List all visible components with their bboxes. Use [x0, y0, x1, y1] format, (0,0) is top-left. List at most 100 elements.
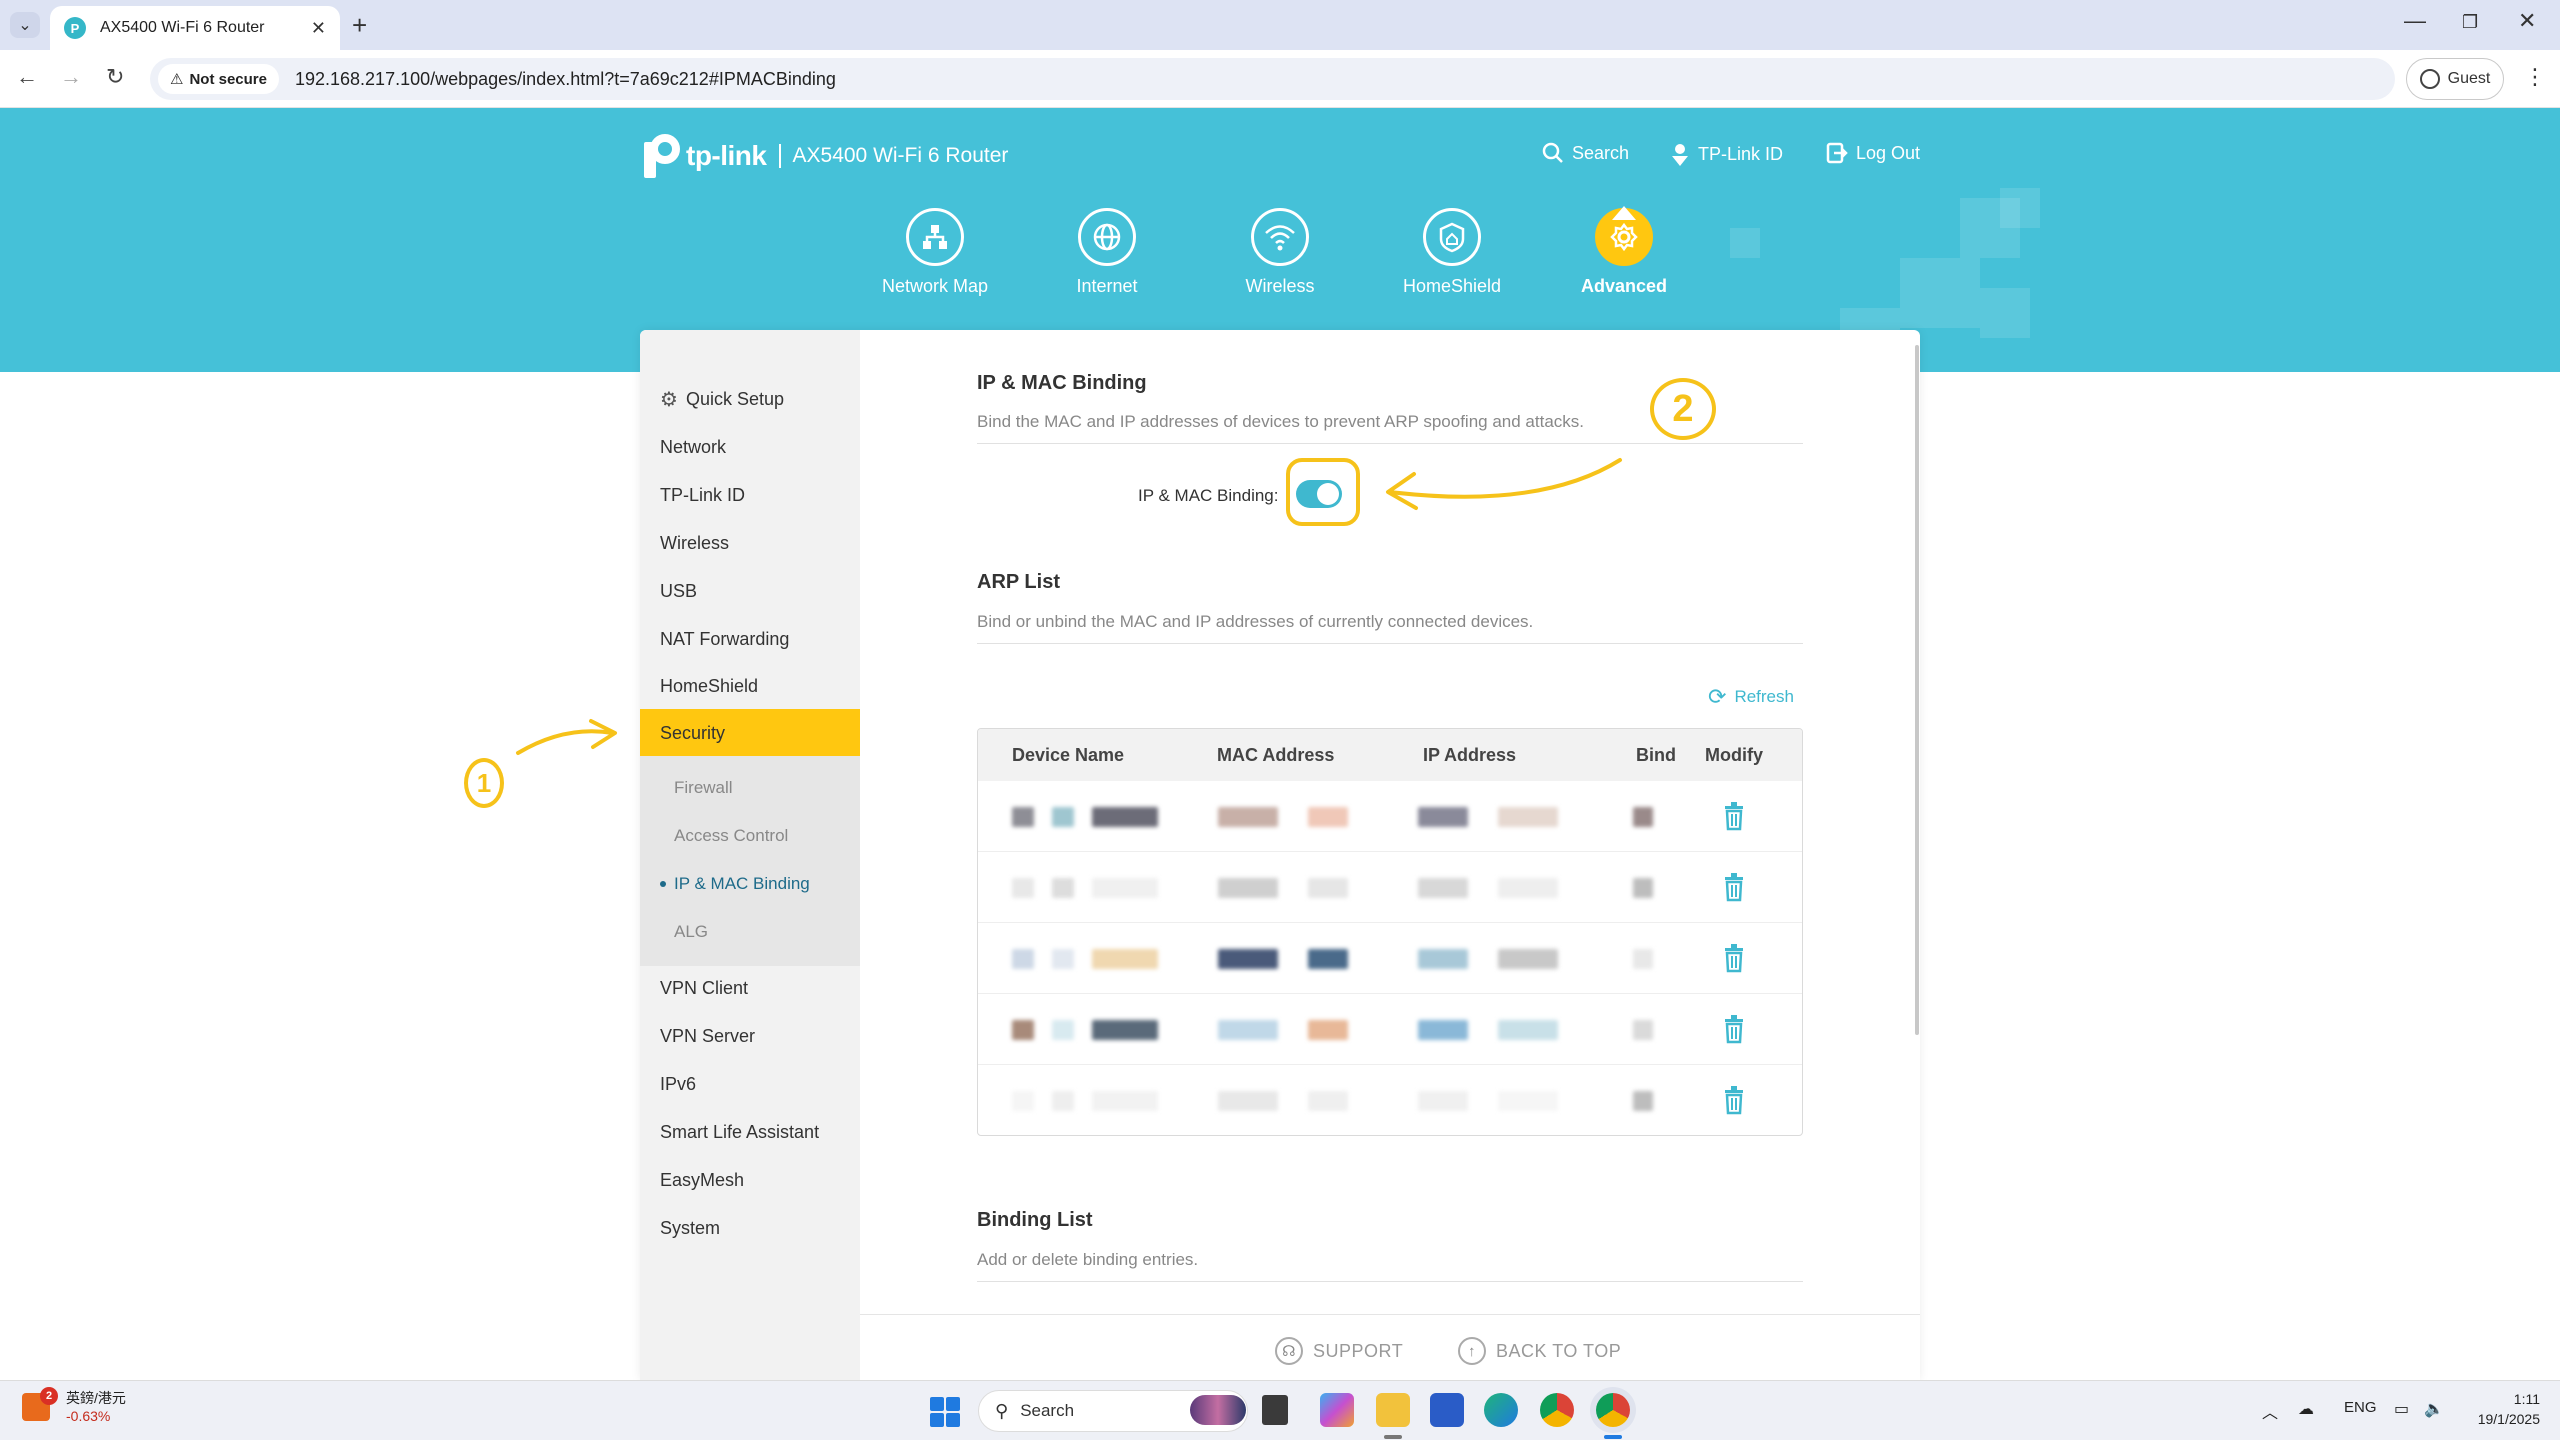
content-scrollbar[interactable] [1915, 345, 1919, 1035]
delete-trash-icon[interactable] [1723, 801, 1745, 831]
sidebar: ⚙ Quick Setup Network TP-Link ID Wireles… [640, 330, 860, 1380]
url-text[interactable]: 192.168.217.100/webpages/index.html?t=7a… [295, 69, 836, 90]
restore-icon[interactable]: ❐ [2462, 12, 2478, 33]
file-explorer-icon[interactable] [1376, 1393, 1410, 1427]
new-tab-button[interactable]: + [352, 10, 367, 41]
redacted-cell [1418, 807, 1468, 827]
tp-link-logo-icon [640, 134, 680, 178]
nav-label: HomeShield [1402, 276, 1502, 296]
edge-icon[interactable] [1484, 1393, 1518, 1427]
stock-widget[interactable]: 2 英鎊/港元 -0.63% [22, 1387, 126, 1425]
sidebar-sub-firewall[interactable]: Firewall [640, 764, 860, 812]
decorative-pixel [2000, 188, 2040, 228]
nav-label: Network Map [881, 276, 989, 296]
profile-button[interactable]: Guest [2406, 58, 2504, 100]
security-label: Not secure [189, 70, 267, 88]
refresh-button[interactable]: ⟳ Refresh [1708, 684, 1794, 710]
column-header-device-name: Device Name [1012, 745, 1125, 765]
sidebar-item-ipv6[interactable]: IPv6 [640, 1060, 860, 1108]
back-to-top-link[interactable]: ↑ BACK TO TOP [1458, 1337, 1621, 1365]
sidebar-item-label: VPN Client [660, 977, 749, 998]
header-search-link[interactable]: Search [1542, 142, 1629, 164]
sidebar-item-usb[interactable]: USB [640, 567, 860, 615]
sidebar-item-label: NAT Forwarding [660, 628, 790, 649]
redacted-cell [1052, 949, 1074, 969]
delete-trash-icon[interactable] [1723, 872, 1745, 902]
headset-icon: ☊ [1275, 1337, 1303, 1365]
brand-name: tp-link [686, 140, 767, 171]
arrow-up-icon: ↑ [1458, 1337, 1486, 1365]
volume-icon[interactable]: 🔈 [2424, 1399, 2444, 1419]
tab-close-icon[interactable]: ✕ [311, 18, 326, 39]
table-row [978, 1065, 1802, 1135]
back-icon[interactable]: ← [16, 64, 38, 90]
nav-internet[interactable]: Internet [1027, 208, 1187, 297]
network-icon[interactable]: ▭ [2394, 1399, 2409, 1419]
url-omnibox[interactable]: ⚠ Not secure 192.168.217.100/webpages/in… [150, 58, 2395, 100]
sidebar-item-easymesh[interactable]: EasyMesh [640, 1156, 860, 1204]
decorative-pixel [1730, 228, 1760, 258]
window-close-icon[interactable]: ✕ [2518, 8, 2536, 34]
redacted-cell [1052, 878, 1074, 898]
redacted-cell [1092, 1091, 1158, 1111]
tray-chevron-up-icon[interactable]: ︿ [2262, 1399, 2278, 1423]
sidebar-item-label: Network [660, 436, 727, 457]
delete-trash-icon[interactable] [1723, 1085, 1745, 1115]
sidebar-item-smart-life-assistant[interactable]: Smart Life Assistant [640, 1108, 860, 1156]
minimize-icon[interactable]: — [2404, 8, 2426, 34]
sidebar-sub-alg[interactable]: ALG [640, 908, 860, 956]
onedrive-cloud-icon[interactable]: ☁ [2298, 1399, 2314, 1419]
tp-link-logo[interactable]: tp-link AX5400 Wi-Fi 6 Router [640, 134, 1008, 178]
sidebar-item-nat-forwarding[interactable]: NAT Forwarding [640, 615, 860, 663]
delete-trash-icon[interactable] [1723, 1014, 1745, 1044]
header-search-label: Search [1572, 142, 1630, 163]
tab-search-button[interactable]: ⌄ [10, 12, 40, 38]
annotation-marker-1: 1 [464, 758, 504, 808]
search-highlight-icon[interactable] [1190, 1395, 1246, 1425]
chrome-icon[interactable] [1540, 1393, 1574, 1427]
nav-network-map[interactable]: Network Map [855, 208, 1015, 297]
sidebar-item-security[interactable]: Security [640, 709, 860, 757]
copilot-icon[interactable] [1320, 1393, 1354, 1427]
task-view-icon[interactable] [1262, 1395, 1288, 1425]
nav-wireless[interactable]: Wireless [1200, 208, 1360, 297]
input-language[interactable]: ENG [2344, 1399, 2377, 1416]
header-logout-link[interactable]: Log Out [1826, 142, 1920, 164]
redacted-cell [1418, 1020, 1468, 1040]
sidebar-item-quick-setup[interactable]: ⚙ Quick Setup [640, 375, 860, 423]
sidebar-item-network[interactable]: Network [640, 423, 860, 471]
taskbar-search-label: Search [1020, 1401, 1075, 1420]
windows-start-icon[interactable] [930, 1397, 960, 1427]
gear-icon: ⚙ [660, 388, 678, 411]
sidebar-sub-ip-mac-binding[interactable]: IP & MAC Binding [640, 860, 860, 908]
support-link[interactable]: ☊ SUPPORT [1275, 1337, 1403, 1365]
header-tplink-id-link[interactable]: TP-Link ID [1670, 142, 1783, 166]
site-security-chip[interactable]: ⚠ Not secure [158, 64, 279, 94]
sidebar-item-vpn-server[interactable]: VPN Server [640, 1012, 860, 1060]
arp-table: Device Name MAC Address IP Address Bind … [977, 728, 1803, 1136]
sidebar-sub-access-control[interactable]: Access Control [640, 812, 860, 860]
sidebar-item-system[interactable]: System [640, 1204, 860, 1252]
nav-homeshield[interactable]: HomeShield [1372, 208, 1532, 297]
sidebar-item-wireless[interactable]: Wireless [640, 519, 860, 567]
sidebar-item-vpn-client[interactable]: VPN Client [640, 964, 860, 1012]
system-clock[interactable]: 1:11 19/1/2025 [2462, 1389, 2540, 1429]
browser-menu-icon[interactable]: ⋮ [2524, 64, 2546, 90]
chrome-active-icon[interactable] [1596, 1393, 1630, 1427]
redacted-cell [1218, 1020, 1278, 1040]
clock-time: 1:11 [2513, 1391, 2540, 1407]
main-card: ⚙ Quick Setup Network TP-Link ID Wireles… [640, 330, 1920, 1380]
nav-advanced[interactable]: Advanced [1544, 208, 1704, 297]
content-panel: IP & MAC Binding Bind the MAC and IP add… [860, 330, 1920, 1380]
table-row [978, 781, 1802, 852]
sidebar-item-tplink-id[interactable]: TP-Link ID [640, 471, 860, 519]
forward-icon[interactable]: → [60, 64, 82, 90]
redacted-cell [1498, 949, 1558, 969]
store-icon[interactable] [1430, 1393, 1464, 1427]
browser-tab[interactable]: P AX5400 Wi-Fi 6 Router ✕ [50, 6, 340, 50]
reload-icon[interactable]: ↻ [106, 64, 124, 90]
sidebar-item-label: Quick Setup [685, 388, 784, 409]
sidebar-item-homeshield[interactable]: HomeShield [640, 662, 860, 710]
binding-toggle[interactable] [1296, 480, 1342, 508]
delete-trash-icon[interactable] [1723, 943, 1745, 973]
